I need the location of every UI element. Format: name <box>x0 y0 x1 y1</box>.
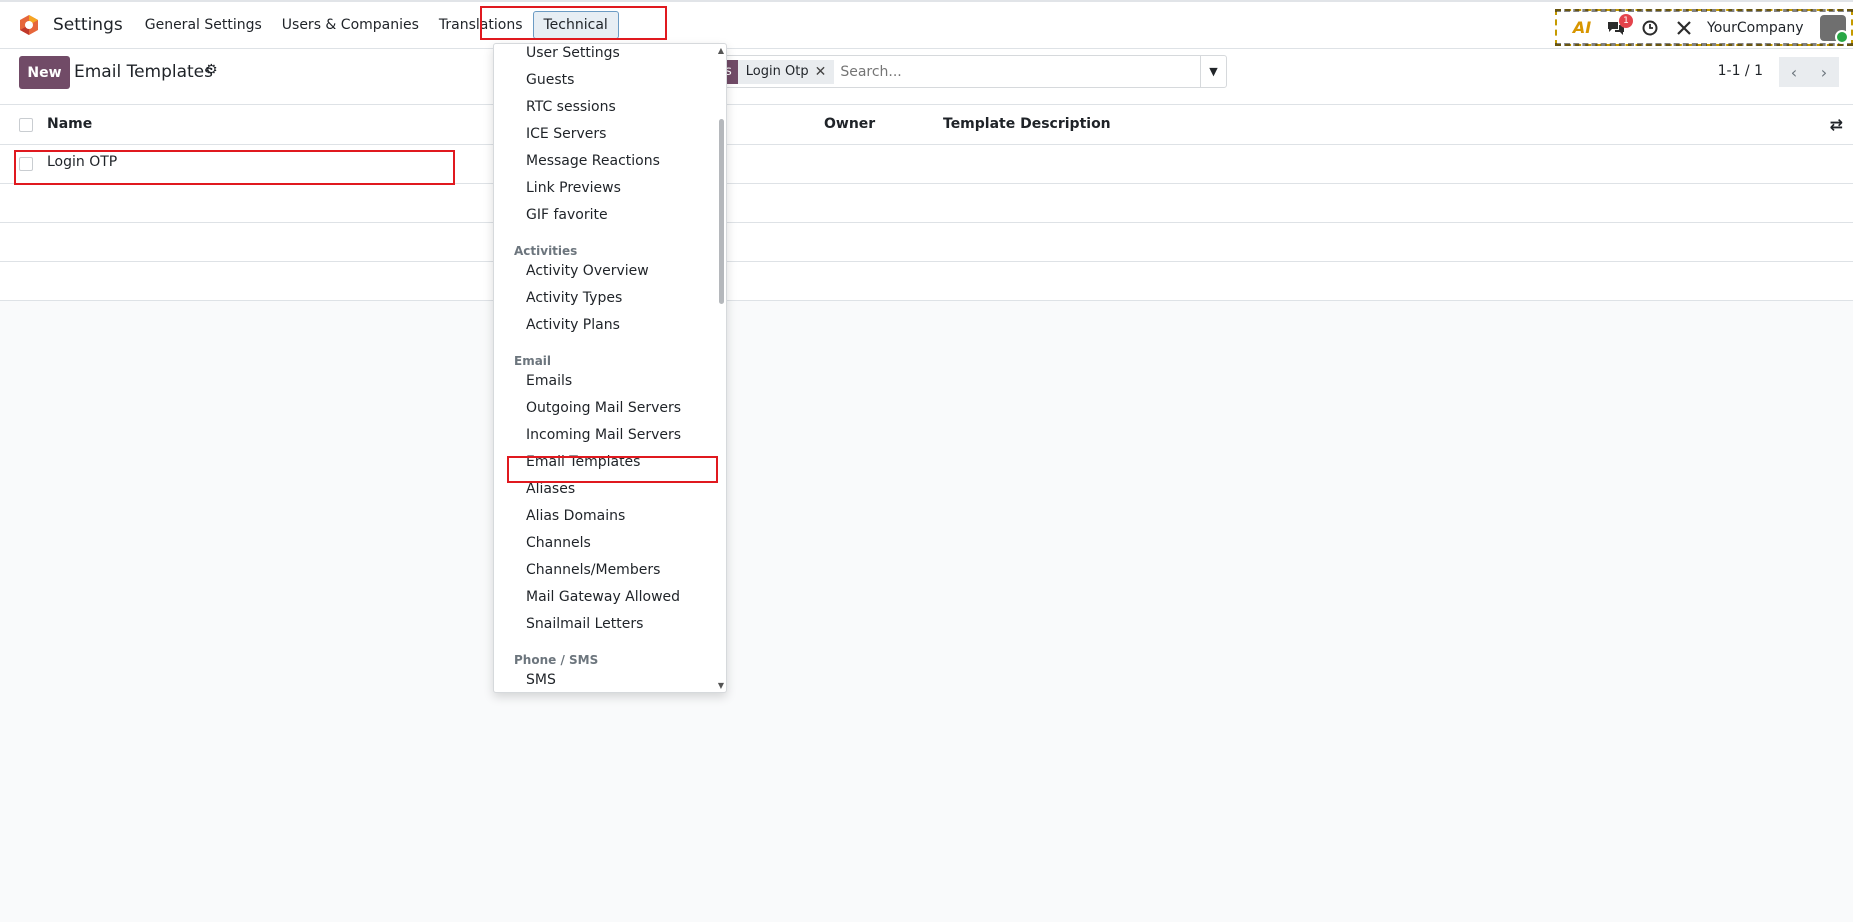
dropdown-section-header: Email <box>514 354 552 368</box>
dropdown-item-guests[interactable]: Guests <box>526 72 574 88</box>
page-title: Email Templates <box>74 62 213 82</box>
chat-icon[interactable]: 1 <box>1601 13 1633 36</box>
dropdown-item-channels-members[interactable]: Channels/Members <box>526 562 660 578</box>
close-icon[interactable]: ✕ <box>815 64 827 80</box>
facet-value-label: Login Otp <box>745 64 809 79</box>
dropdown-section-header: Activities <box>514 244 578 258</box>
pager-value[interactable]: 1-1 / 1 <box>1718 63 1763 79</box>
odoo-logo-icon[interactable] <box>18 14 40 36</box>
dropdown-item-email-templates[interactable]: Email Templates <box>526 454 640 470</box>
app-title[interactable]: Settings <box>53 15 123 35</box>
column-owner[interactable]: Owner <box>824 116 875 132</box>
tools-icon[interactable] <box>1669 20 1699 36</box>
empty-row <box>0 262 1853 301</box>
dropdown-item-activity-overview[interactable]: Activity Overview <box>526 263 649 279</box>
wrench-screwdriver-icon <box>1677 20 1691 35</box>
dropdown-item-ice-servers[interactable]: ICE Servers <box>526 126 606 142</box>
table-row[interactable]: Login OTP <box>0 145 1853 184</box>
dropdown-item-sms[interactable]: SMS <box>526 672 556 688</box>
column-name[interactable]: Name <box>47 116 92 132</box>
list-view: Name Owner Template Description ⇄ Login … <box>0 105 1853 301</box>
systray-dashed-border <box>1555 9 1853 46</box>
dropdown-item-message-reactions[interactable]: Message Reactions <box>526 153 660 169</box>
search-bar: s Login Otp ✕ ▼ <box>715 55 1227 88</box>
dropdown-item-activity-plans[interactable]: Activity Plans <box>526 317 620 333</box>
clock-icon[interactable] <box>1635 20 1665 36</box>
empty-row <box>0 184 1853 223</box>
menu-technical[interactable]: Technical <box>532 11 619 39</box>
select-all-checkbox[interactable] <box>19 118 33 132</box>
dropdown-item-gif-favorite[interactable]: GIF favorite <box>526 207 608 223</box>
facet-value: Login Otp ✕ <box>737 59 835 84</box>
dropdown-item-snailmail-letters[interactable]: Snailmail Letters <box>526 616 643 632</box>
clock-glyph-icon <box>1642 20 1658 35</box>
chevron-down-icon[interactable]: ▼ <box>1200 56 1226 87</box>
dropdown-item-mail-gateway-allowed[interactable]: Mail Gateway Allowed <box>526 589 680 605</box>
company-switcher[interactable]: YourCompany <box>1707 20 1804 36</box>
dropdown-item-rtc-sessions[interactable]: RTC sessions <box>526 99 616 115</box>
scrollbar[interactable] <box>719 119 724 304</box>
scroll-down-icon[interactable]: ▼ <box>718 681 724 690</box>
dropdown-item-link-previews[interactable]: Link Previews <box>526 180 621 196</box>
optional-columns-icon[interactable]: ⇄ <box>1830 115 1843 134</box>
search-input[interactable] <box>840 59 1226 84</box>
dropdown-item-alias-domains[interactable]: Alias Domains <box>526 508 625 524</box>
new-button[interactable]: New <box>19 56 70 89</box>
row-name[interactable]: Login OTP <box>47 154 117 170</box>
list-header: Name Owner Template Description ⇄ <box>0 105 1853 145</box>
technical-dropdown: ▲ ▼ User Settings Guests RTC sessions ICE S… <box>493 43 727 693</box>
scroll-up-icon[interactable]: ▲ <box>718 46 724 55</box>
brand: Settings <box>18 14 123 36</box>
pager-next-icon[interactable]: › <box>1809 57 1839 87</box>
row-checkbox[interactable] <box>19 157 33 171</box>
dropdown-item-aliases[interactable]: Aliases <box>526 481 575 497</box>
dropdown-item-channels[interactable]: Channels <box>526 535 591 551</box>
pager-previous-icon[interactable]: ‹ <box>1779 57 1809 87</box>
dropdown-item-outgoing-mail-servers[interactable]: Outgoing Mail Servers <box>526 400 681 416</box>
dropdown-item-user-settings[interactable]: User Settings <box>526 45 620 61</box>
messages-badge: 1 <box>1619 13 1633 28</box>
menu-users-companies[interactable]: Users & Companies <box>272 11 429 39</box>
dropdown-item-activity-types[interactable]: Activity Types <box>526 290 622 306</box>
gear-icon[interactable]: ⚙ <box>205 62 218 78</box>
dropdown-item-incoming-mail-servers[interactable]: Incoming Mail Servers <box>526 427 681 443</box>
dropdown-item-emails[interactable]: Emails <box>526 373 572 389</box>
column-template-description[interactable]: Template Description <box>943 116 1111 132</box>
user-avatar[interactable] <box>1819 14 1849 44</box>
empty-row <box>0 223 1853 262</box>
top-navbar: Settings General Settings Users & Compan… <box>0 0 1853 49</box>
ai-icon[interactable]: AI <box>1567 18 1597 37</box>
menu-translations[interactable]: Translations <box>429 11 533 39</box>
systray: AI 1 YourCompany <box>1555 9 1853 46</box>
dropdown-section-header: Phone / SMS <box>514 653 599 667</box>
menu-general-settings[interactable]: General Settings <box>135 11 272 39</box>
control-panel: New Email Templates ⚙ s Login Otp ✕ ▼ 1-… <box>0 49 1853 105</box>
